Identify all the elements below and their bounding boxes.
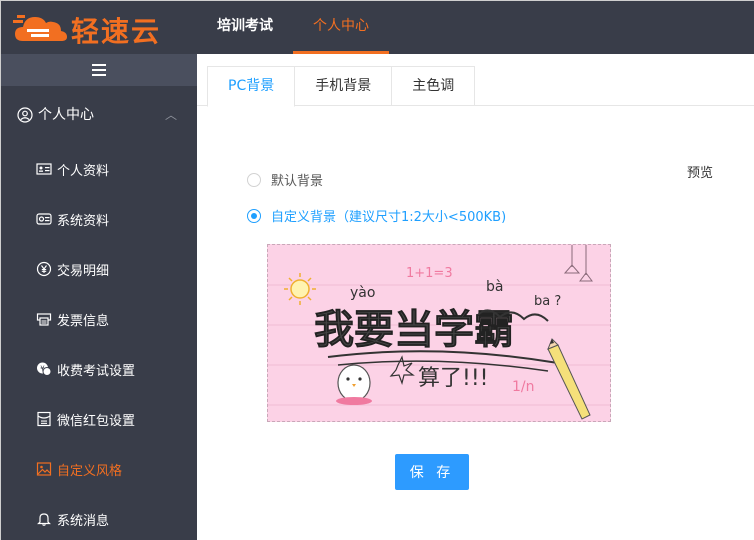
coins-icon: ¥ xyxy=(37,362,52,376)
sidebar-item-label: 发票信息 xyxy=(57,313,110,329)
sidebar-item-label: 交易明细 xyxy=(57,263,110,279)
top-nav-training-exam[interactable]: 培训考试 xyxy=(197,1,293,54)
redpacket-icon xyxy=(37,411,51,427)
sidebar-item-label: 微信红包设置 xyxy=(57,413,136,429)
sidebar-item-label: 自定义风格 xyxy=(57,463,123,479)
svg-text:我要当学霸: 我要当学霸 xyxy=(314,307,514,353)
brand-logo[interactable]: 轻速云 xyxy=(13,7,183,48)
yen-icon xyxy=(36,261,52,277)
sidebar-item-label: 收费考试设置 xyxy=(57,363,136,379)
eye-card-icon xyxy=(36,213,52,225)
sun-icon xyxy=(284,273,316,305)
sidebar-group-personal-center[interactable]: 个人中心 ︿ xyxy=(1,86,197,144)
chevron-up-icon: ︿ xyxy=(164,108,177,122)
tab-mobile-background[interactable]: 手机背景 xyxy=(294,66,393,106)
tab-pc-background[interactable]: PC背景 xyxy=(207,66,296,107)
preview-link[interactable]: 预览 xyxy=(687,162,713,181)
svg-text:算了!!!: 算了!!! xyxy=(418,366,488,391)
bell-icon xyxy=(37,513,51,526)
sidebar-toggle-button[interactable] xyxy=(1,54,197,86)
hamburger-icon xyxy=(92,64,106,76)
top-bar: 轻速云 培训考试 个人中心 xyxy=(1,1,754,54)
svg-text:yào: yào xyxy=(350,285,375,301)
sidebar-item-system-messages[interactable]: 系统消息 xyxy=(1,494,197,540)
printer-icon xyxy=(36,313,52,326)
sidebar-item-transactions[interactable]: 交易明细 xyxy=(1,244,197,294)
radio-custom-background[interactable]: 自定义背景（建议尺寸1:2大小<500KB) xyxy=(247,206,506,225)
sidebar-item-label: 系统资料 xyxy=(57,213,110,229)
sidebar-item-invoice[interactable]: 发票信息 xyxy=(1,294,197,344)
radio-label: 默认背景 xyxy=(271,174,324,189)
sidebar-item-label: 系统消息 xyxy=(57,513,110,529)
sidebar-item-custom-style[interactable]: 自定义风格 xyxy=(1,444,197,494)
main-content: PC背景 手机背景 主色调 预览 默认背景 自定义背景（建议尺寸1:2大小<50… xyxy=(197,54,754,540)
cloud-logo-icon xyxy=(13,15,67,41)
user-circle-icon xyxy=(17,107,33,123)
radio-circle[interactable] xyxy=(247,172,261,187)
sidebar-item-label: 个人资料 xyxy=(57,163,110,179)
sidebar-item-system-data[interactable]: 系统资料 xyxy=(1,194,197,244)
background-illustration: yào bà ba ? 1+1=3 我要当学霸 算了!!! 1/n xyxy=(268,245,610,420)
svg-text:1+1=3: 1+1=3 xyxy=(406,266,453,281)
sidebar-group-label: 个人中心 xyxy=(38,107,94,123)
radio-default-background[interactable]: 默认背景 xyxy=(247,170,323,189)
chick-icon xyxy=(336,364,372,405)
tab-main-color[interactable]: 主色调 xyxy=(391,66,476,106)
svg-text:bà: bà xyxy=(486,279,503,295)
radio-circle-checked[interactable] xyxy=(247,208,261,223)
save-button[interactable]: 保 存 xyxy=(395,454,469,490)
style-tabs: PC背景 手机背景 主色调 xyxy=(207,66,476,107)
sidebar-item-profile[interactable]: 个人资料 xyxy=(1,144,197,194)
sidebar-item-paid-exam-settings[interactable]: ¥ 收费考试设置 xyxy=(1,344,197,394)
image-icon xyxy=(36,462,52,476)
custom-background-preview-image[interactable]: yào bà ba ? 1+1=3 我要当学霸 算了!!! 1/n xyxy=(267,244,611,422)
pencil-icon xyxy=(547,338,591,420)
top-nav: 培训考试 个人中心 xyxy=(197,1,389,54)
sidebar: 个人中心 ︿ 个人资料 系统资料 交易明细 发票信息 ¥ 收费考试设置 微信红包… xyxy=(1,54,197,540)
sidebar-item-wechat-redpacket[interactable]: 微信红包设置 xyxy=(1,394,197,444)
brand-name: 轻速云 xyxy=(71,15,162,48)
svg-text:1/n: 1/n xyxy=(512,379,535,395)
top-nav-personal-center[interactable]: 个人中心 xyxy=(293,1,389,54)
radio-label: 自定义背景（建议尺寸1:2大小<500KB) xyxy=(271,210,507,225)
svg-text:ba ?: ba ? xyxy=(534,294,561,309)
svg-text:¥: ¥ xyxy=(40,365,45,373)
id-card-icon xyxy=(36,163,52,175)
